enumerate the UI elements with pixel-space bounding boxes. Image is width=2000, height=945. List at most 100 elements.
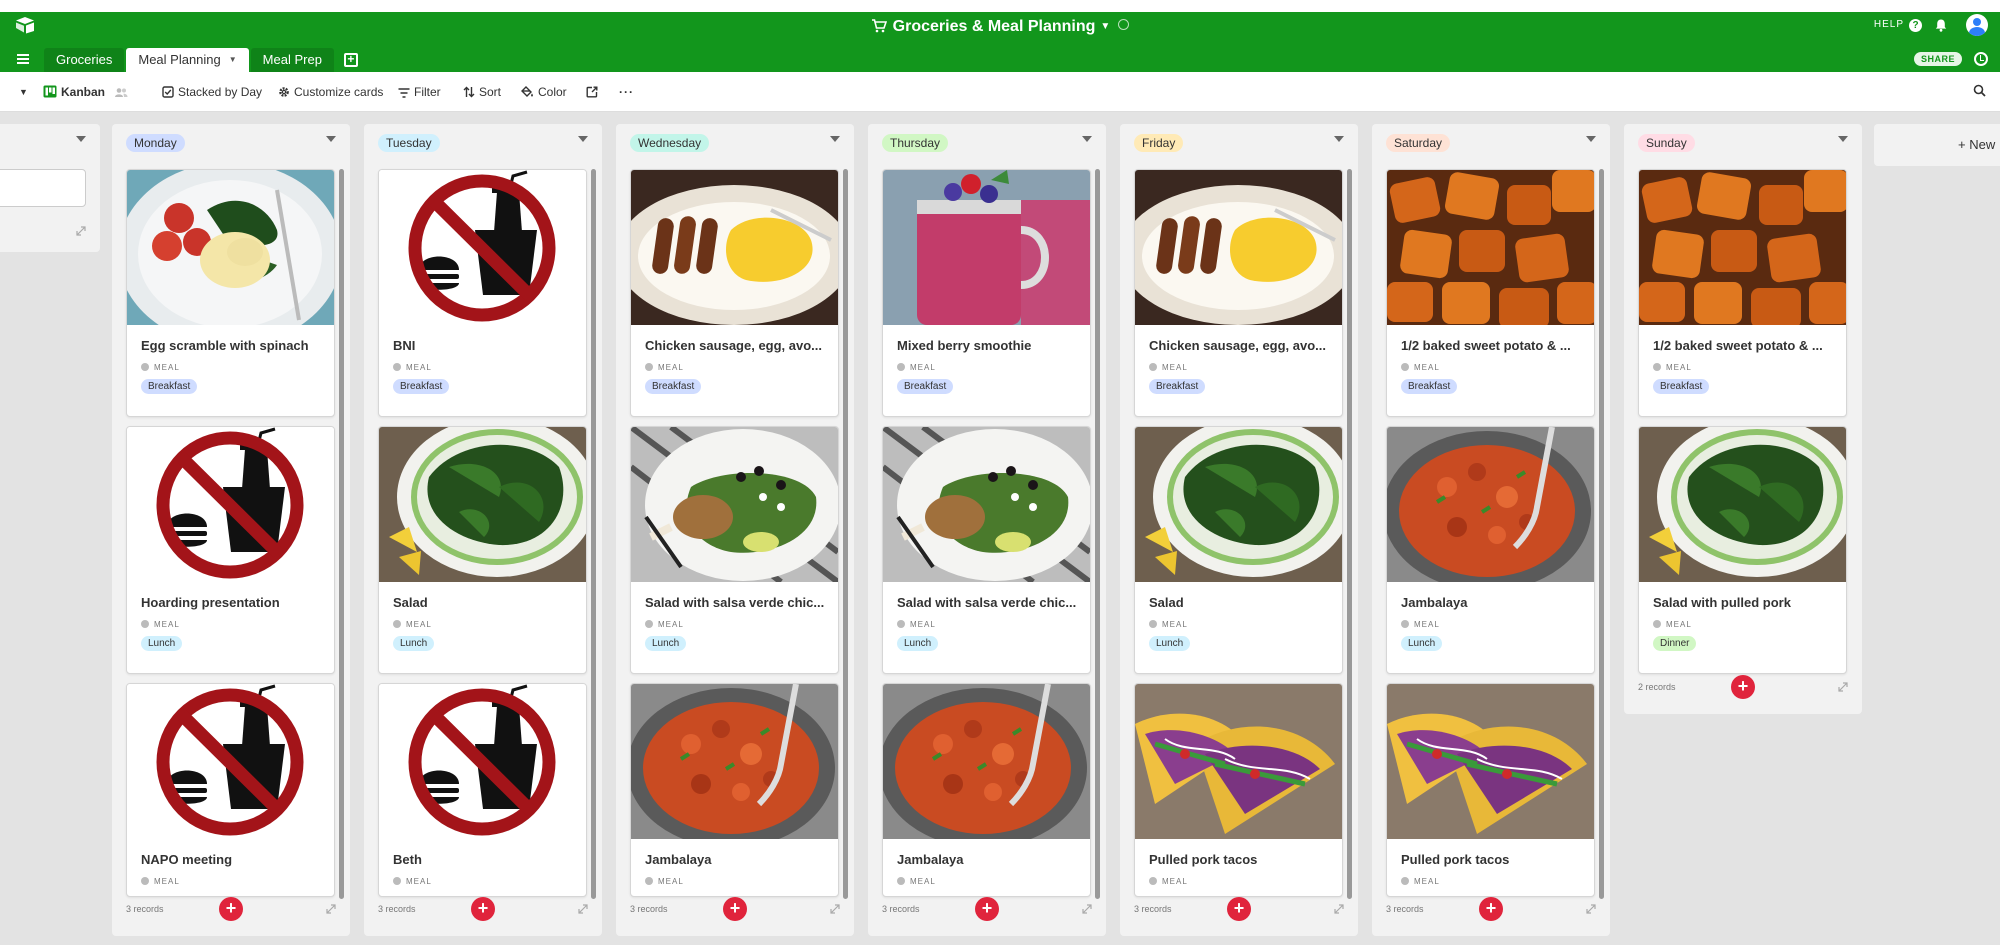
field-label: MEAL — [1401, 620, 1440, 629]
bell-icon[interactable] — [1934, 18, 1948, 32]
color-button[interactable]: Color — [521, 84, 567, 100]
add-stack-button[interactable]: + New — [1874, 124, 2000, 166]
kanban-card[interactable]: Jambalaya MEAL — [882, 683, 1091, 897]
add-record-button[interactable]: + — [975, 897, 999, 921]
single-select-icon — [393, 363, 401, 371]
sort-button[interactable]: Sort — [463, 84, 501, 100]
kanban-card[interactable]: Hoarding presentation MEAL Lunch — [126, 426, 335, 674]
stack-label[interactable]: Monday — [126, 134, 185, 152]
chevron-down-icon[interactable] — [1334, 136, 1344, 142]
customize-cards-button[interactable]: Customize cards — [278, 84, 383, 100]
stack-scrollbar[interactable] — [1599, 169, 1604, 899]
kanban-card[interactable]: Salad with salsa verde chic... MEAL Lunch — [882, 426, 1091, 674]
chevron-down-icon[interactable] — [1838, 136, 1848, 142]
expand-icon[interactable] — [1082, 904, 1092, 914]
stack-scrollbar[interactable] — [339, 169, 344, 899]
card-title: Salad with salsa verde chic... — [645, 595, 825, 610]
kanban-card[interactable]: Salad with salsa verde chic... MEAL Lunch — [630, 426, 839, 674]
field-label: MEAL — [645, 363, 684, 372]
single-select-icon — [645, 877, 653, 885]
card-placeholder[interactable] — [0, 169, 86, 207]
filter-button[interactable]: Filter — [398, 84, 441, 100]
search-icon[interactable] — [1973, 84, 1986, 97]
kanban-stack-wednesday: Wednesday Chicken sausage, egg, avo... ME… — [616, 124, 854, 936]
kanban-card[interactable]: NAPO meeting MEAL — [126, 683, 335, 897]
tab-groceries[interactable]: Groceries — [44, 48, 125, 72]
expand-icon[interactable] — [1334, 904, 1344, 914]
view-switcher[interactable]: Kanban — [43, 84, 132, 100]
stack-label[interactable]: Sunday — [1638, 134, 1695, 152]
info-icon[interactable] — [1118, 19, 1130, 30]
help-label[interactable]: HELP — [1874, 19, 1904, 30]
stacked-by-button[interactable]: Stacked by Day — [162, 84, 262, 100]
chevron-down-icon[interactable] — [1586, 136, 1596, 142]
kanban-card[interactable]: Pulled pork tacos MEAL — [1386, 683, 1595, 897]
expand-icon[interactable] — [1586, 904, 1596, 914]
stack-label[interactable]: Tuesday — [378, 134, 440, 152]
base-title-text: Groceries & Meal Planning — [892, 18, 1096, 35]
meal-tag: Breakfast — [897, 379, 954, 394]
add-record-button[interactable]: + — [1731, 675, 1755, 699]
add-record-button[interactable]: + — [219, 897, 243, 921]
kanban-card[interactable]: Mixed berry smoothie MEAL Breakfast — [882, 169, 1091, 417]
share-button[interactable]: SHARE — [1913, 52, 1962, 66]
help-icon[interactable]: ? — [1909, 19, 1922, 32]
card-title: 1/2 baked sweet potato & ... — [1401, 338, 1571, 353]
kanban-card[interactable]: Jambalaya MEAL — [630, 683, 839, 897]
chevron-down-icon[interactable]: ▼ — [229, 55, 237, 64]
field-label: MEAL — [1653, 620, 1692, 629]
expand-icon[interactable] — [1838, 682, 1848, 692]
more-options-icon[interactable]: ··· — [619, 84, 634, 100]
chevron-down-icon[interactable] — [1082, 136, 1092, 142]
stack-scrollbar[interactable] — [1347, 169, 1352, 899]
stack-label[interactable]: Thursday — [882, 134, 949, 152]
expand-icon[interactable] — [76, 226, 86, 236]
chevron-down-icon[interactable] — [830, 136, 840, 142]
meal-tag: Breakfast — [1149, 379, 1206, 394]
kanban-card[interactable]: Beth MEAL — [378, 683, 587, 897]
avatar[interactable] — [1966, 14, 1988, 36]
kanban-card[interactable]: Salad MEAL Lunch — [1134, 426, 1343, 674]
kanban-card[interactable]: Salad MEAL Lunch — [378, 426, 587, 674]
stack-scrollbar[interactable] — [843, 169, 848, 899]
kanban-card[interactable]: Chicken sausage, egg, avo... MEAL Breakfas… — [1134, 169, 1343, 417]
tacos-photo — [1387, 684, 1594, 839]
chevron-down-icon[interactable] — [76, 136, 86, 142]
meal-tag: Breakfast — [141, 379, 198, 394]
add-record-button[interactable]: + — [723, 897, 747, 921]
history-icon[interactable] — [1974, 52, 1988, 66]
chevron-down-icon[interactable] — [326, 136, 336, 142]
expand-icon[interactable] — [326, 904, 336, 914]
record-count: 3 records — [882, 904, 920, 914]
base-title[interactable]: Groceries & Meal Planning ▼ — [0, 16, 2000, 38]
stack-label[interactable]: Wednesday — [630, 134, 710, 152]
add-table-icon[interactable]: + — [343, 53, 358, 67]
expand-icon[interactable] — [830, 904, 840, 914]
tab-meal-planning[interactable]: Meal Planning ▼ — [126, 48, 249, 72]
kanban-card[interactable]: 1/2 baked sweet potato & ... MEAL Breakfas… — [1386, 169, 1595, 417]
kanban-card[interactable]: BNI MEAL Breakfast — [378, 169, 587, 417]
stack-scrollbar[interactable] — [591, 169, 596, 899]
stack-label[interactable]: Saturday — [1386, 134, 1451, 152]
tab-meal-prep[interactable]: Meal Prep — [250, 48, 334, 72]
add-record-button[interactable]: + — [1227, 897, 1251, 921]
stack-label[interactable]: Friday — [1134, 134, 1184, 152]
field-label: MEAL — [393, 877, 432, 886]
expand-icon[interactable] — [578, 904, 588, 914]
add-record-button[interactable]: + — [471, 897, 495, 921]
share-view-button[interactable] — [586, 84, 602, 100]
kanban-card[interactable]: 1/2 baked sweet potato & ... MEAL Breakfas… — [1638, 169, 1847, 417]
views-toggle-icon[interactable]: ▼ — [19, 84, 28, 100]
kanban-card[interactable]: Salad with pulled pork MEAL Dinner — [1638, 426, 1847, 674]
stacked-by-label: Stacked by Day — [178, 85, 263, 99]
chevron-down-icon[interactable] — [578, 136, 588, 142]
field-label: MEAL — [645, 620, 684, 629]
kanban-card[interactable]: Egg scramble with spinach MEAL Breakfast — [126, 169, 335, 417]
add-record-button[interactable]: + — [1479, 897, 1503, 921]
kanban-card[interactable]: Pulled pork tacos MEAL — [1134, 683, 1343, 897]
menu-icon[interactable] — [17, 54, 29, 64]
kanban-card[interactable]: Jambalaya MEAL Lunch — [1386, 426, 1595, 674]
stack-scrollbar[interactable] — [1095, 169, 1100, 899]
chevron-down-icon[interactable]: ▼ — [1100, 21, 1110, 32]
kanban-card[interactable]: Chicken sausage, egg, avo... MEAL Breakfas… — [630, 169, 839, 417]
